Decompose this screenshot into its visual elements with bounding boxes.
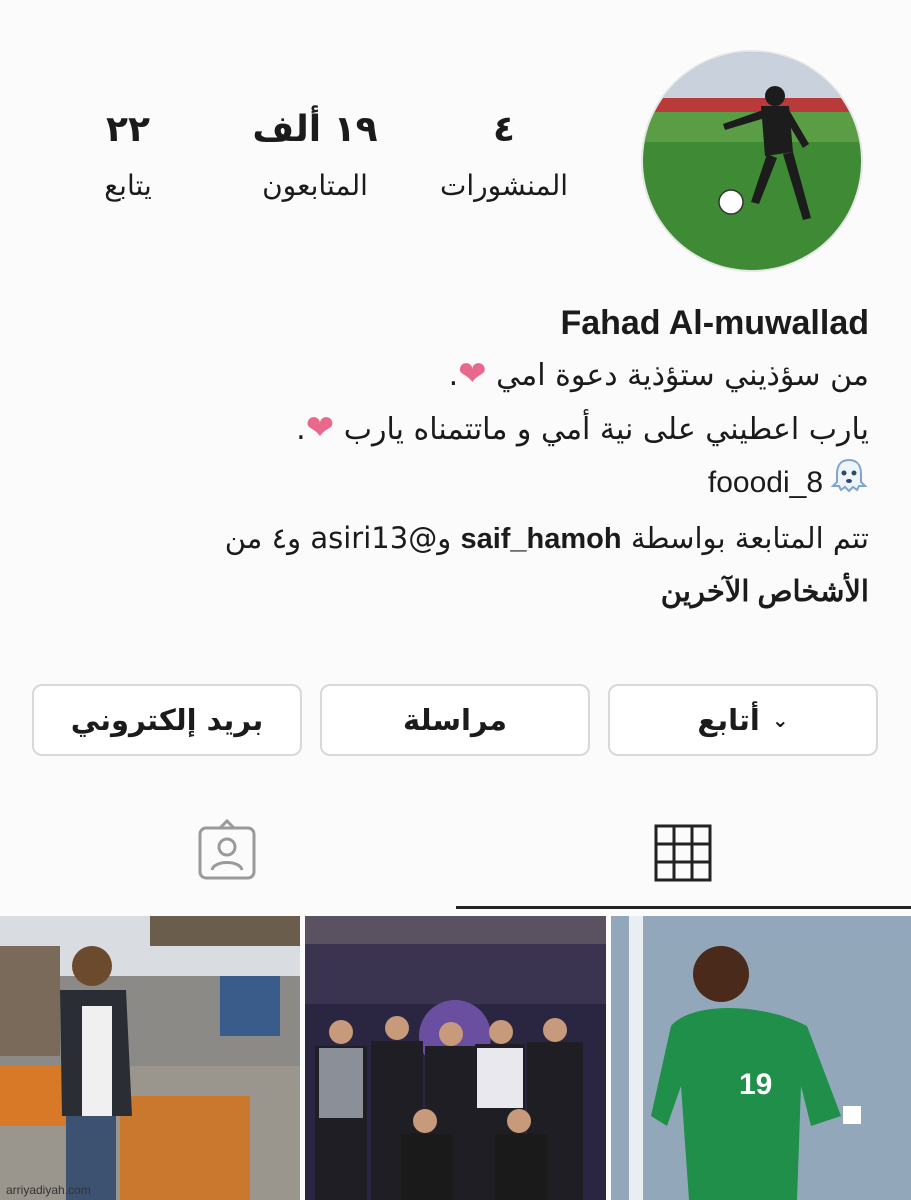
stat-posts[interactable]: ٤ المنشورات	[404, 108, 604, 206]
bio-line-2-period: .	[296, 412, 306, 447]
message-label: مراسلة	[403, 703, 507, 737]
follow-button[interactable]: أتابع ⌄	[608, 684, 878, 756]
heart-icon: ❤	[458, 354, 487, 394]
snapchat-link[interactable]: fooodi_8	[40, 456, 869, 512]
bio-line-2-text: يارب اعطيني على نية أمي و ماتتمناه يارب	[343, 412, 869, 447]
following-label: يتابع	[104, 169, 152, 202]
bio-line-1: من سؤذيني ستؤذية دعوة امي ❤.	[40, 348, 869, 402]
watermark: arriyadiyah.com	[6, 1183, 91, 1197]
tab-grid[interactable]	[648, 818, 718, 888]
grid-icon	[654, 824, 712, 882]
posts-count: ٤	[493, 109, 515, 150]
heart-icon: ❤	[305, 408, 335, 448]
stat-following[interactable]: ٢٢ يتابع	[28, 108, 228, 206]
posts-label: المنشورات	[439, 169, 569, 202]
followed-by-suffix-line: الأشخاص الآخرين	[40, 565, 869, 618]
post-thumbnail[interactable]	[0, 916, 300, 1200]
email-label: بريد إلكتروني	[70, 703, 264, 737]
followed-by-mid[interactable]: و@asiri13 و٤ من	[225, 521, 451, 555]
message-button[interactable]: مراسلة	[320, 684, 590, 756]
followed-by-user-1[interactable]: saif_hamoh	[460, 523, 621, 555]
tab-tagged[interactable]	[192, 818, 262, 888]
profile-name: Fahad Al-muwallad	[560, 304, 869, 342]
svg-text:19: 19	[739, 1068, 772, 1101]
followed-by[interactable]: تتم المتابعة بواسطة saif_hamoh و@asiri13…	[40, 512, 869, 565]
following-count: ٢٢	[106, 109, 150, 150]
followed-by-suffix[interactable]: الأشخاص الآخرين	[661, 576, 869, 608]
profile-bio: Fahad Al-muwallad من سؤذيني ستؤذية دعوة …	[40, 298, 869, 618]
snapchat-handle[interactable]: fooodi_8	[708, 466, 823, 499]
ghost-icon	[829, 456, 869, 512]
bio-line-1-period: .	[448, 358, 459, 393]
profile-avatar[interactable]	[643, 52, 861, 270]
posts-grid: 19	[0, 914, 911, 1200]
post-thumbnail[interactable]: 19	[611, 916, 911, 1200]
tagged-icon	[198, 818, 256, 880]
followers-count: ١٩ ألف	[252, 109, 378, 150]
stat-followers[interactable]: ١٩ ألف المتابعون	[215, 108, 415, 206]
bio-line-2: يارب اعطيني على نية أمي و ماتتمناه يارب …	[40, 402, 869, 456]
followers-label: المتابعون	[262, 169, 368, 202]
active-tab-indicator	[456, 906, 911, 909]
post-thumbnail[interactable]	[305, 916, 606, 1200]
chevron-down-icon: ⌄	[771, 708, 789, 732]
email-button[interactable]: بريد إلكتروني	[32, 684, 302, 756]
followed-by-prefix: تتم المتابعة بواسطة	[630, 521, 869, 555]
bio-line-1-text: من سؤذيني ستؤذية دعوة امي	[496, 358, 869, 393]
follow-label: أتابع	[697, 703, 760, 737]
